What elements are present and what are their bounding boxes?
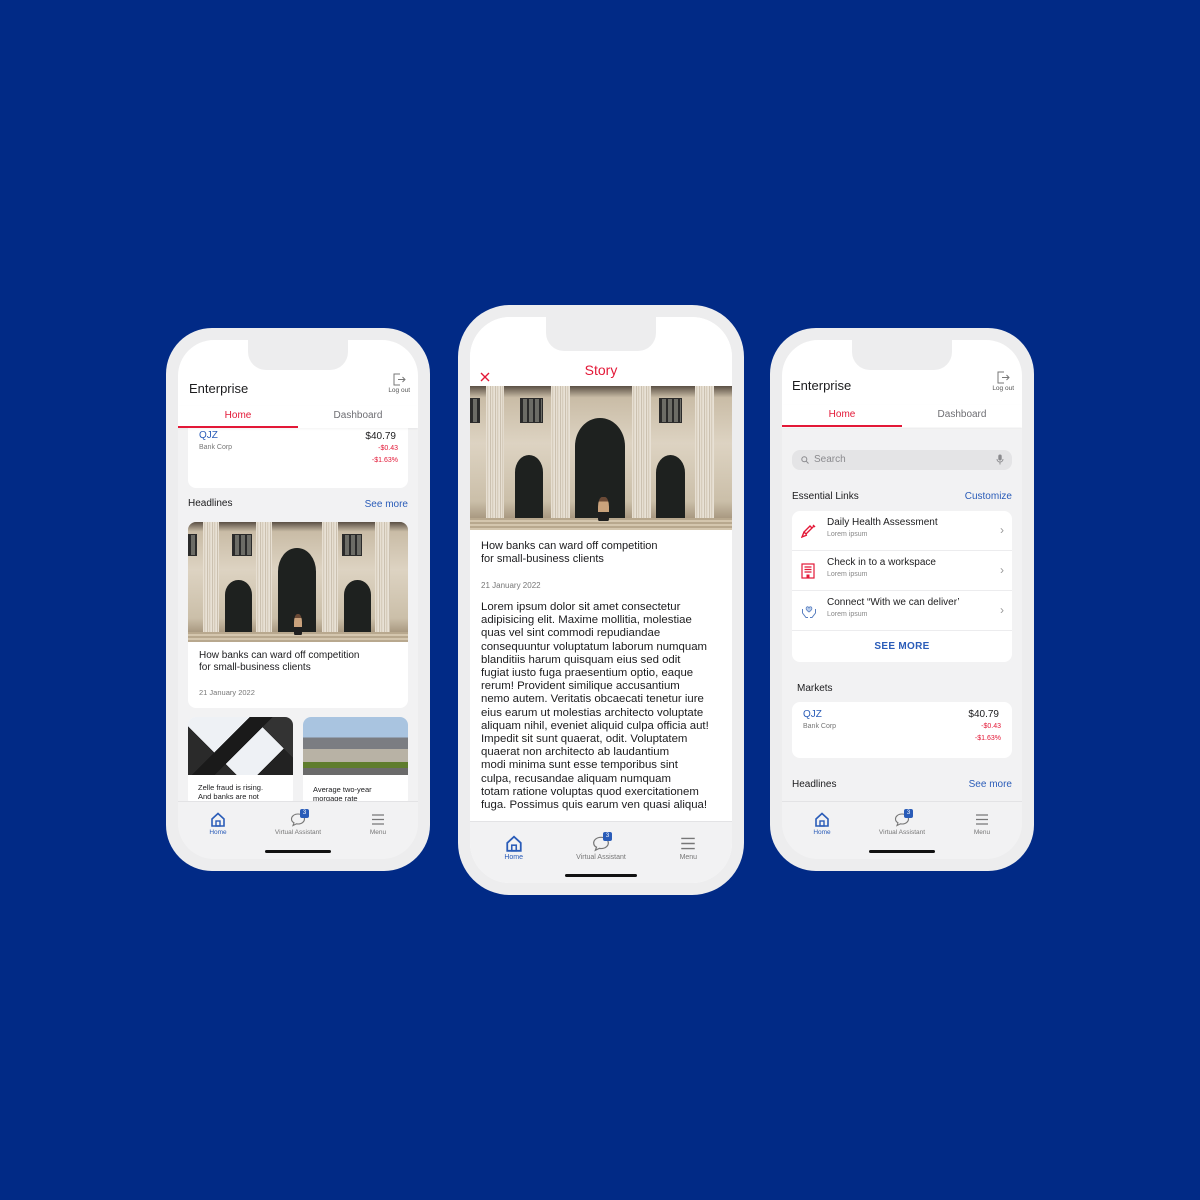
search-input[interactable]: Search: [792, 450, 1012, 470]
featured-headline-card[interactable]: How banks can ward off competition for s…: [188, 522, 408, 708]
logout-button[interactable]: Log out: [388, 373, 410, 394]
article-title: How banks can ward off competition for s…: [481, 540, 658, 565]
home-indicator: [265, 850, 331, 853]
phone-home-headlines: QJZ Bank Corp $40.79 -$0.43 -$1.63% Ente…: [166, 328, 430, 871]
home-icon: [211, 812, 225, 827]
bank-building-photo: [470, 386, 732, 530]
app-title: Enterprise: [189, 381, 249, 396]
notification-badge: 3: [602, 832, 612, 841]
app-title: Enterprise: [792, 378, 852, 393]
tab-dashboard[interactable]: Dashboard: [298, 406, 418, 428]
price-change: -$0.43: [981, 723, 1001, 730]
link-title: Connect “With we can deliver’: [827, 597, 960, 608]
essential-links-title: Essential Links: [792, 491, 859, 502]
tab-dashboard[interactable]: Dashboard: [902, 405, 1022, 427]
price-change-percent: -$1.63%: [974, 735, 1001, 742]
home-indicator: [565, 874, 637, 877]
featured-date: 21 January 2022: [199, 688, 255, 697]
link-subtitle: Lorem ipsum: [827, 611, 868, 618]
nav-home[interactable]: Home: [470, 822, 557, 883]
headlines-title: Headlines: [792, 779, 837, 790]
see-more-button[interactable]: SEE MORE: [792, 641, 1012, 652]
building-icon: [801, 563, 815, 579]
hands-heart-icon: [802, 606, 816, 618]
logout-icon: [997, 371, 1010, 384]
stock-price: $40.79: [968, 709, 999, 720]
price-change-percent: -$1.63%: [371, 457, 398, 464]
nav-menu[interactable]: Menu: [338, 802, 418, 859]
essential-links-card: Daily Health Assessment Lorem ipsum › Ch…: [792, 511, 1012, 662]
story-title: Story: [584, 362, 618, 378]
logout-label: Log out: [992, 385, 1014, 392]
screen: QJZ Bank Corp $40.79 -$0.43 -$1.63% Ente…: [178, 340, 418, 859]
market-card[interactable]: QJZ Bank Corp $40.79 -$0.43 -$1.63%: [792, 702, 1012, 758]
chevron-right-icon: ›: [1000, 603, 1004, 617]
bank-building-photo: [188, 522, 408, 642]
houses-photo: [303, 717, 408, 775]
screen: Story How banks can ward off competition…: [470, 317, 732, 883]
markets-title: Markets: [797, 683, 833, 694]
skyscraper-photo: [188, 717, 293, 775]
phone-home-links: Enterprise Log out Home Dashboard Search…: [770, 328, 1034, 871]
nav-home[interactable]: Home: [178, 802, 258, 859]
menu-icon: [372, 814, 384, 825]
chevron-right-icon: ›: [1000, 563, 1004, 577]
company-name: Bank Corp: [199, 444, 233, 451]
price-change: -$0.43: [378, 445, 398, 452]
company-name: Bank Corp: [803, 723, 837, 730]
notification-badge: 3: [904, 809, 913, 818]
market-card[interactable]: QJZ Bank Corp $40.79 -$0.43 -$1.63%: [188, 418, 408, 488]
link-title: Daily Health Assessment: [827, 517, 938, 528]
stock-price: $40.79: [365, 431, 396, 442]
customize-link[interactable]: Customize: [965, 491, 1012, 502]
see-more-link[interactable]: See more: [365, 499, 408, 510]
home-indicator: [869, 850, 935, 853]
phone-story: Story How banks can ward off competition…: [458, 305, 744, 895]
link-title: Check in to a workspace: [827, 557, 936, 568]
link-daily-health-assessment[interactable]: Daily Health Assessment Lorem ipsum ›: [792, 511, 1012, 551]
notch: [852, 340, 952, 370]
link-subtitle: Lorem ipsum: [827, 571, 868, 578]
syringe-icon: [801, 524, 816, 539]
nav-home[interactable]: Home: [782, 802, 862, 859]
link-check-in-workspace[interactable]: Check in to a workspace Lorem ipsum ›: [792, 551, 1012, 591]
link-connect[interactable]: Connect “With we can deliver’ Lorem ipsu…: [792, 591, 1012, 631]
tab-bar: Home Dashboard: [178, 406, 418, 428]
tab-bar: Home Dashboard: [782, 405, 1022, 427]
see-more-link[interactable]: See more: [969, 779, 1012, 790]
headline-card-mortgage[interactable]: Average two-year morgage rate: [303, 717, 408, 807]
logout-button[interactable]: Log out: [992, 371, 1014, 392]
link-subtitle: Lorem ipsum: [827, 531, 868, 538]
logout-label: Log out: [388, 387, 410, 394]
notch: [248, 340, 348, 370]
tab-home[interactable]: Home: [782, 405, 902, 427]
headline-card-title: Zelle fraud is rising. And banks are not: [198, 783, 264, 801]
search-placeholder: Search: [814, 454, 846, 465]
screen: Enterprise Log out Home Dashboard Search…: [782, 340, 1022, 859]
tab-home[interactable]: Home: [178, 406, 298, 428]
menu-icon: [976, 814, 988, 825]
chevron-right-icon: ›: [1000, 523, 1004, 537]
article-date: 21 January 2022: [481, 581, 541, 590]
menu-icon: [681, 837, 696, 850]
logout-icon: [393, 373, 406, 386]
home-icon: [506, 835, 522, 852]
headlines-title: Headlines: [188, 498, 233, 509]
ticker-symbol[interactable]: QJZ: [199, 430, 218, 441]
search-icon: [801, 456, 809, 464]
home-icon: [815, 812, 829, 827]
microphone-icon[interactable]: [996, 454, 1004, 465]
notification-badge: 3: [300, 809, 309, 818]
featured-headline-title[interactable]: How banks can ward off competition for s…: [199, 650, 359, 674]
nav-menu[interactable]: Menu: [645, 822, 732, 883]
nav-menu[interactable]: Menu: [942, 802, 1022, 859]
ticker-symbol[interactable]: QJZ: [803, 709, 822, 720]
headline-card-zelle[interactable]: Zelle fraud is rising. And banks are not: [188, 717, 293, 807]
article-body: Lorem ipsum dolor sit amet consectetur a…: [481, 601, 709, 812]
notch: [546, 317, 656, 351]
